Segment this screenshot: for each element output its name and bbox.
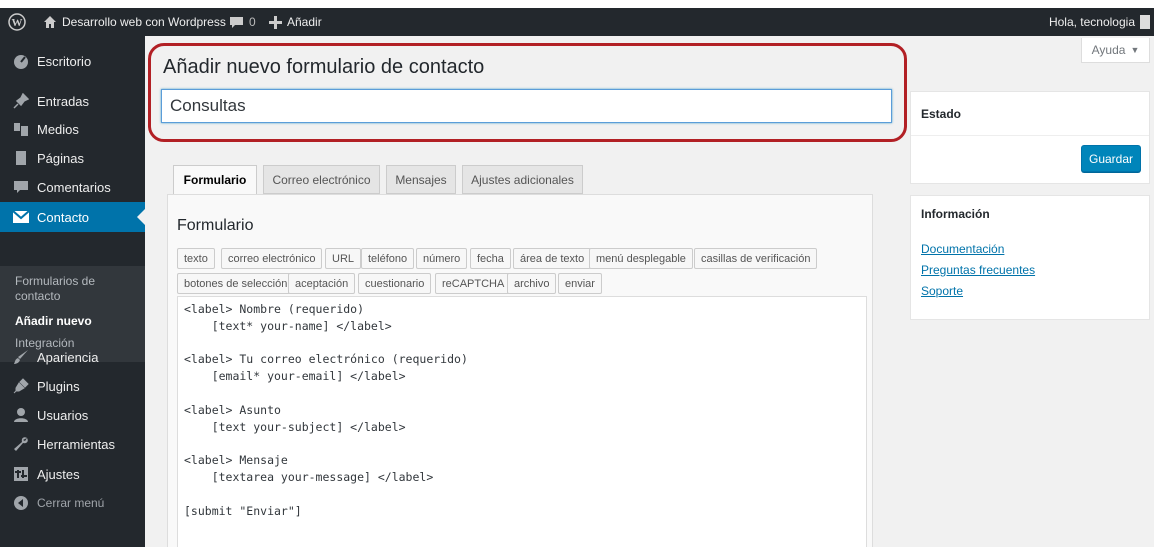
menu-tools[interactable]: Herramientas [0, 429, 145, 459]
menu-dashboard[interactable]: Escritorio [0, 46, 145, 76]
divider [911, 135, 1149, 136]
home-icon [44, 16, 56, 28]
site-name-link[interactable]: Desarrollo web con Wordpress [43, 8, 226, 36]
tag-button-url[interactable]: URL [325, 248, 362, 269]
support-link[interactable]: Soporte [921, 284, 963, 298]
admin-sidebar: Escritorio Entradas Medios Páginas Comen… [0, 36, 145, 547]
mail-icon [11, 207, 31, 227]
menu-label: Páginas [37, 150, 84, 166]
menu-label: Entradas [37, 93, 90, 109]
tag-button-acceptance[interactable]: aceptación [288, 273, 356, 294]
collapse-menu-button[interactable]: Cerrar menú [0, 488, 145, 518]
new-label: Añadir [287, 15, 322, 29]
plus-icon [269, 15, 282, 29]
comments-link[interactable]: 0 [229, 8, 256, 36]
info-box-title: Información [921, 207, 990, 221]
tab-messages[interactable]: Mensajes [386, 165, 456, 194]
tab-form[interactable]: Formulario [173, 165, 257, 195]
plugin-icon [11, 376, 31, 396]
documentation-link[interactable]: Documentación [921, 242, 1004, 256]
comment-icon [11, 177, 31, 197]
menu-users[interactable]: Usuarios [0, 400, 145, 430]
form-title-input[interactable] [161, 89, 892, 123]
help-label: Ayuda [1091, 43, 1126, 57]
submenu-contact-forms[interactable]: Formularios de contacto [15, 274, 125, 304]
main-content: Ayuda ▼ Añadir nuevo formulario de conta… [145, 36, 1154, 547]
wrench-icon [11, 434, 31, 454]
pin-icon [11, 91, 31, 111]
tag-button-file[interactable]: archivo [507, 273, 557, 294]
menu-label: Ajustes [37, 466, 80, 482]
admin-bar: W Desarrollo web con Wordpress 0 Añadir … [0, 8, 1154, 36]
tag-button-radio[interactable]: botones de selección [177, 273, 295, 294]
svg-text:W: W [12, 17, 23, 29]
form-code-editor[interactable]: <label> Nombre (requerido) [text* your-n… [177, 296, 867, 547]
help-tab-button[interactable]: Ayuda ▼ [1081, 38, 1150, 63]
menu-settings[interactable]: Ajustes [0, 459, 145, 489]
tag-button-number[interactable]: número [416, 248, 468, 269]
menu-pages[interactable]: Páginas [0, 143, 145, 173]
page-icon [11, 148, 31, 168]
tag-button-textarea[interactable]: área de texto [513, 248, 592, 269]
collapse-arrow-icon [11, 493, 31, 513]
settings-icon [11, 464, 31, 484]
account-menu[interactable]: Hola, tecnologia [1049, 8, 1150, 36]
wordpress-logo-icon[interactable]: W [8, 8, 26, 36]
comments-count: 0 [249, 15, 256, 29]
users-icon [11, 405, 31, 425]
new-content-link[interactable]: Añadir [269, 8, 322, 36]
tag-button-dropdown[interactable]: menú desplegable [589, 248, 693, 269]
media-icon [11, 119, 31, 139]
page-title: Añadir nuevo formulario de contacto [163, 56, 485, 78]
status-box-title: Estado [921, 107, 962, 121]
tag-button-recaptcha[interactable]: reCAPTCHA [435, 273, 512, 294]
chevron-down-icon: ▼ [1130, 45, 1140, 55]
tag-button-tel[interactable]: teléfono [361, 248, 415, 269]
menu-label: Comentarios [37, 179, 111, 195]
tag-button-date[interactable]: fecha [470, 248, 511, 269]
menu-label: Escritorio [37, 53, 92, 69]
comment-icon [230, 16, 243, 28]
tag-button-text[interactable]: texto [177, 248, 215, 269]
menu-appearance[interactable]: Apariencia [0, 342, 145, 372]
menu-label: Herramientas [37, 436, 116, 452]
menu-label: Contacto [37, 209, 90, 225]
tag-button-checkboxes[interactable]: casillas de verificación [694, 248, 818, 269]
dashboard-icon [11, 51, 31, 71]
menu-posts[interactable]: Entradas [0, 86, 145, 116]
avatar [1140, 15, 1150, 29]
greeting: Hola, tecnologia [1048, 15, 1135, 29]
tag-button-submit[interactable]: enviar [558, 273, 602, 294]
tag-button-email[interactable]: correo electrónico [221, 248, 323, 269]
panel-title: Formulario [177, 217, 254, 234]
site-name: Desarrollo web con Wordpress [62, 15, 226, 29]
menu-label: Cerrar menú [37, 496, 105, 510]
faq-link[interactable]: Preguntas frecuentes [921, 263, 1035, 277]
save-button[interactable]: Guardar [1081, 145, 1141, 172]
menu-comments[interactable]: Comentarios [0, 172, 145, 202]
brush-icon [11, 347, 31, 367]
menu-label: Apariencia [37, 349, 99, 365]
tab-mail[interactable]: Correo electrónico [263, 165, 380, 194]
menu-label: Plugins [37, 378, 80, 394]
tag-button-quiz[interactable]: cuestionario [358, 273, 432, 294]
info-box: Información Documentación Preguntas frec… [910, 195, 1150, 320]
form-panel: Formulario texto correo electrónico URL … [167, 194, 873, 547]
submenu-add-new[interactable]: Añadir nuevo [15, 314, 92, 329]
menu-contact[interactable]: Contacto [0, 202, 145, 232]
menu-plugins[interactable]: Plugins [0, 371, 145, 401]
menu-media[interactable]: Medios [0, 114, 145, 144]
menu-label: Usuarios [37, 407, 89, 423]
tab-additional-settings[interactable]: Ajustes adicionales [462, 165, 583, 194]
menu-label: Medios [37, 121, 79, 137]
